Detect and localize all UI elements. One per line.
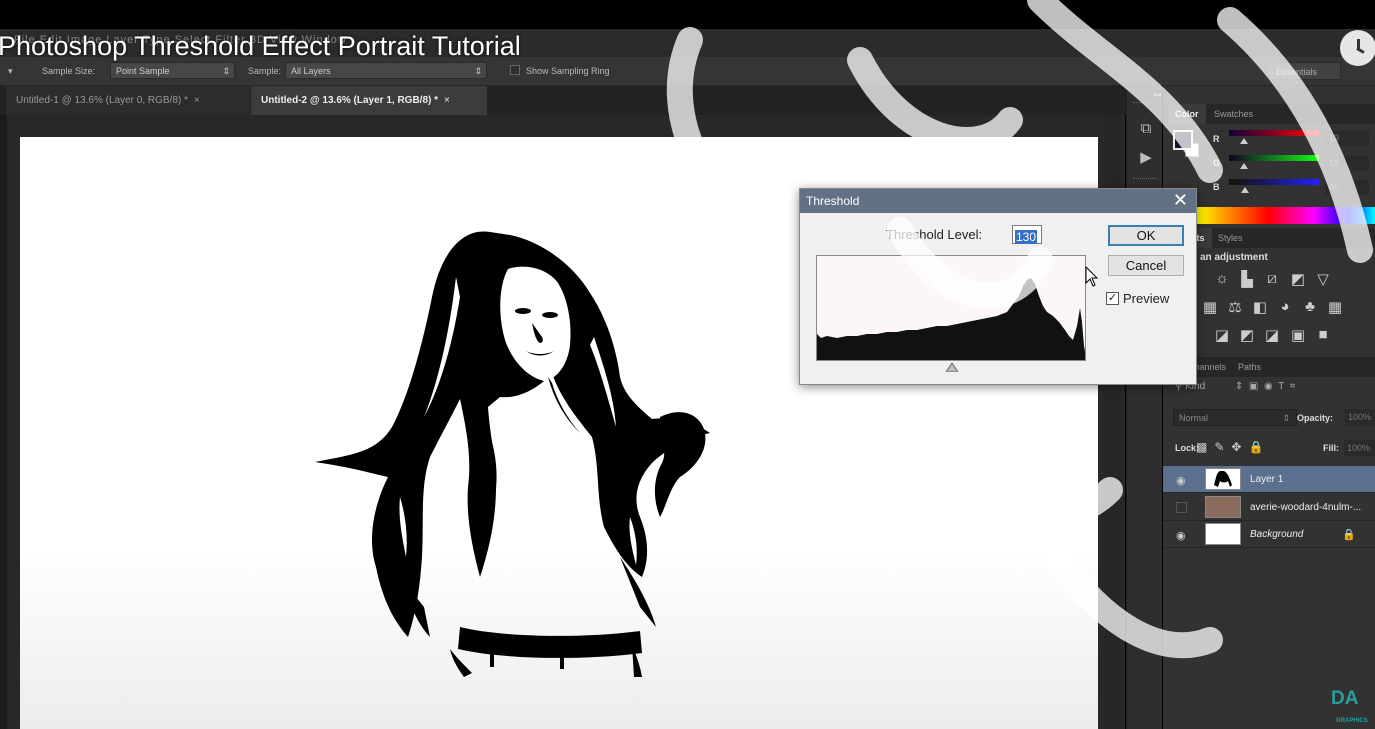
channel-r-label: R (1213, 134, 1220, 144)
show-sampling-ring-checkbox[interactable] (510, 65, 520, 75)
opacity-label: Opacity: (1297, 413, 1334, 423)
sample-size-label: Sample Size: (42, 66, 96, 76)
brightness-icon[interactable]: ☼ (1212, 270, 1232, 287)
invert-icon[interactable]: ◪ (1212, 326, 1232, 344)
tab-color[interactable]: Color (1168, 104, 1206, 124)
channel-g-value[interactable]: 18 (1325, 156, 1369, 171)
histogram-graph (817, 278, 1085, 360)
tab-untitled-2[interactable]: Untitled-2 @ 13.6% (Layer 1, RGB/8) * × (251, 86, 487, 115)
gradient-map-icon[interactable]: ▣ (1288, 326, 1308, 344)
tab-paths[interactable]: Paths (1231, 357, 1268, 377)
layer-filter-bar[interactable]: ⚲ Kind ⇕ ▣ ◉ T ⌗ (1175, 381, 1375, 399)
video-title: Photoshop Threshold Effect Portrait Tuto… (0, 31, 521, 61)
black-white-icon[interactable]: ◧ (1250, 298, 1270, 316)
channel-g-knob[interactable] (1240, 163, 1248, 169)
hue-saturation-icon[interactable]: ▦ (1200, 298, 1220, 316)
adjustments-title: an adjustment (1200, 252, 1268, 263)
blend-mode-select[interactable]: Normal ⇕ (1173, 409, 1297, 426)
color-panel-tabs: Color Swatches (1163, 104, 1375, 124)
channel-r-knob[interactable] (1240, 138, 1248, 144)
dialog-title: Threshold (806, 194, 860, 208)
threshold-slider-handle[interactable] (946, 363, 958, 372)
opacity-input[interactable]: 100% (1345, 409, 1375, 426)
channel-mixer-icon[interactable]: ♣ (1300, 298, 1320, 315)
preview-label: Preview (1123, 291, 1170, 306)
channel-b-label: B (1213, 182, 1220, 192)
histogram[interactable] (816, 255, 1086, 361)
visibility-toggle[interactable] (1176, 502, 1187, 513)
preview-checkbox[interactable]: ✓ (1106, 292, 1119, 305)
channel-r-value[interactable]: 19 (1325, 131, 1369, 146)
layer-row-layer-1[interactable]: ◉ Layer 1 (1163, 466, 1375, 493)
sample-layers-select[interactable]: All Layers ⇕ (285, 62, 487, 79)
channel-b-slider[interactable] (1229, 179, 1319, 185)
lock-icons[interactable]: ▩✎✥🔒 (1196, 440, 1270, 454)
foreground-color-swatch[interactable] (1173, 130, 1193, 150)
vibrance-icon[interactable]: ▽ (1313, 270, 1333, 288)
channel-b-knob[interactable] (1241, 187, 1249, 193)
dock-divider (1133, 178, 1157, 180)
color-lookup-icon[interactable]: ▦ (1325, 298, 1345, 316)
channel-r-slider[interactable] (1229, 130, 1319, 136)
threshold-level-input[interactable]: 130 (1012, 225, 1042, 244)
workspace-select[interactable]: Essentials (1267, 62, 1341, 80)
close-icon[interactable]: ✕ (1173, 190, 1188, 211)
close-icon[interactable]: × (444, 95, 450, 106)
layer-thumbnail (1205, 523, 1241, 545)
tab-swatches[interactable]: Swatches (1207, 104, 1260, 124)
actions-play-icon[interactable]: ▶ (1137, 148, 1155, 166)
fill-label: Fill: (1323, 443, 1339, 453)
layer-name[interactable]: averie-woodard-4nulm-... (1250, 502, 1361, 513)
eye-icon[interactable]: ◉ (1176, 529, 1186, 542)
photo-filter-icon[interactable]: ◕ (1275, 298, 1295, 315)
eye-icon[interactable]: ◉ (1176, 474, 1186, 487)
threshold-icon[interactable]: ◪ (1262, 326, 1282, 344)
layer-thumbnail (1205, 468, 1241, 490)
layer-thumbnail (1205, 496, 1241, 518)
channel-b-value[interactable]: 40 (1325, 180, 1369, 195)
layer-row-photo[interactable]: averie-woodard-4nulm-... (1163, 494, 1375, 521)
tab-styles[interactable]: Styles (1211, 228, 1250, 248)
watch-later-icon[interactable] (1340, 30, 1375, 66)
selective-color-icon[interactable]: ■ (1313, 326, 1333, 343)
color-balance-icon[interactable]: ⚖ (1225, 298, 1245, 316)
posterize-icon[interactable]: ◩ (1237, 326, 1257, 344)
tab-untitled-1[interactable]: Untitled-1 @ 13.6% (Layer 0, RGB/8) * × (6, 86, 250, 115)
panel-dock: ◂◂ ⧉ ▶ (1126, 86, 1162, 729)
channel-g-slider[interactable] (1229, 155, 1319, 161)
fill-input[interactable]: 100% (1344, 440, 1375, 456)
layer-name[interactable]: Background (1250, 529, 1303, 540)
sample-size-select[interactable]: Point Sample ⇕ (110, 62, 235, 79)
threshold-dialog: Threshold ✕ Threshold Level: 130 OK Canc… (799, 188, 1197, 385)
mouse-cursor-icon (1085, 266, 1099, 287)
color-spectrum-bar[interactable] (1197, 207, 1375, 224)
levels-icon[interactable]: ▙ (1237, 270, 1257, 288)
document-tabs: Untitled-1 @ 13.6% (Layer 0, RGB/8) * × U… (0, 86, 1140, 115)
ok-button[interactable]: OK (1108, 225, 1184, 246)
channel-g-label: G (1213, 158, 1221, 168)
channel-logo: DA GRAPHICS (1331, 688, 1368, 724)
lock-icon: 🔒 (1342, 529, 1356, 541)
cancel-button[interactable]: Cancel (1108, 255, 1184, 276)
filter-icons[interactable]: ⇕ ▣ ◉ T ⌗ (1235, 381, 1295, 392)
tools-strip (0, 115, 7, 729)
close-icon[interactable]: × (194, 95, 200, 106)
sample-label: Sample: (248, 66, 282, 76)
curves-icon[interactable]: ⧄ (1262, 270, 1282, 287)
tool-preset-chevron-icon[interactable]: ▾ (8, 66, 13, 77)
collapse-icon[interactable]: ◂◂ (1153, 90, 1161, 99)
layer-name[interactable]: Layer 1 (1250, 474, 1283, 485)
dialog-titlebar[interactable]: Threshold ✕ (800, 189, 1196, 213)
dock-divider (1133, 102, 1157, 104)
threshold-level-label: Threshold Level: (886, 227, 983, 242)
history-icon[interactable]: ⧉ (1137, 120, 1155, 138)
show-sampling-ring-label: Show Sampling Ring (526, 66, 610, 76)
exposure-icon[interactable]: ◩ (1288, 270, 1308, 288)
